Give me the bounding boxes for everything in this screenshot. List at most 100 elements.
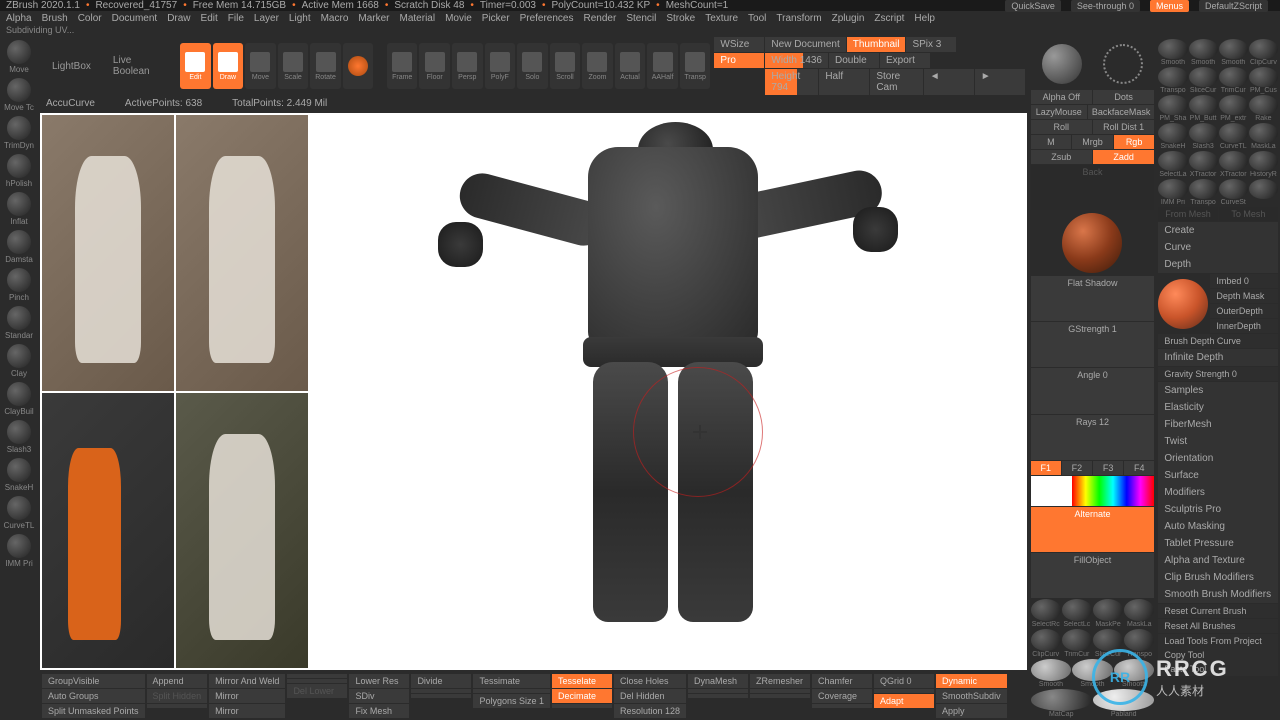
- transp-button[interactable]: Transp: [680, 43, 711, 89]
- seethrough-slider[interactable]: See-through 0: [1071, 0, 1140, 12]
- brush-move tc[interactable]: Move Tc: [0, 77, 38, 113]
- menu-movie[interactable]: Movie: [445, 13, 472, 24]
- menu-document[interactable]: Document: [112, 13, 158, 24]
- fkey-f3[interactable]: F3: [1093, 461, 1123, 475]
- bb-sdiv[interactable]: SDiv: [349, 689, 409, 703]
- brush-curvetl[interactable]: CurveTL: [0, 495, 38, 531]
- lazymouse-button[interactable]: LazyMouse: [1031, 105, 1087, 119]
- bb-lower-res[interactable]: Lower Res: [349, 674, 409, 688]
- menu-tool[interactable]: Tool: [748, 13, 766, 24]
- lightbox-button[interactable]: LightBox: [42, 61, 101, 72]
- bb-mirror-and-weld[interactable]: Mirror And Weld: [209, 674, 285, 688]
- height-slider[interactable]: Height 794: [765, 69, 818, 95]
- brush-historyr[interactable]: [1249, 151, 1278, 171]
- brush-damsta[interactable]: Damsta: [0, 229, 38, 265]
- zadd-button[interactable]: Zadd: [1093, 150, 1154, 164]
- bb-zremesher[interactable]: ZRemesher: [750, 674, 810, 688]
- menu-texture[interactable]: Texture: [705, 13, 738, 24]
- brush-smooth[interactable]: [1219, 39, 1248, 59]
- alpha-off-button[interactable]: Alpha Off: [1031, 90, 1092, 104]
- section-modifiers[interactable]: Modifiers: [1158, 484, 1278, 501]
- frame-button[interactable]: Frame: [387, 43, 418, 89]
- mrgb-button[interactable]: Mrgb: [1072, 135, 1113, 149]
- brush-hpolish[interactable]: hPolish: [0, 153, 38, 189]
- angle-slider[interactable]: Angle 0: [1031, 368, 1155, 413]
- brush-rake[interactable]: [1249, 95, 1278, 115]
- depth-curve-preview[interactable]: [1158, 279, 1208, 329]
- section-auto-masking[interactable]: Auto Masking: [1158, 518, 1278, 535]
- fillobject-button[interactable]: FillObject: [1031, 553, 1155, 598]
- orb-trimcur[interactable]: [1062, 629, 1092, 651]
- bb-auto-groups[interactable]: Auto Groups: [42, 689, 145, 703]
- bb-adapt[interactable]: Adapt: [874, 694, 934, 708]
- brush-slash3[interactable]: [1189, 123, 1218, 143]
- 3d-canvas[interactable]: [310, 113, 1027, 670]
- brush-pm_butt[interactable]: [1189, 95, 1218, 115]
- flatshadow-button[interactable]: Flat Shadow: [1031, 276, 1155, 321]
- menu-preferences[interactable]: Preferences: [520, 13, 574, 24]
- menu-stencil[interactable]: Stencil: [626, 13, 656, 24]
- m-button[interactable]: M: [1031, 135, 1072, 149]
- menu-color[interactable]: Color: [78, 13, 102, 24]
- menu-edit[interactable]: Edit: [201, 13, 218, 24]
- brush-imm pri[interactable]: [1158, 179, 1187, 199]
- brush-slash3[interactable]: Slash3: [0, 419, 38, 455]
- pro-button[interactable]: Pro: [714, 53, 764, 68]
- bb-apply[interactable]: Apply: [936, 704, 1007, 718]
- menu-layer[interactable]: Layer: [254, 13, 279, 24]
- rolldist-slider[interactable]: Roll Dist 1: [1093, 120, 1154, 134]
- tomesh-button[interactable]: To Mesh: [1219, 207, 1278, 221]
- menu-file[interactable]: File: [228, 13, 244, 24]
- liveboolean-button[interactable]: Live Boolean: [103, 55, 178, 77]
- roll-button[interactable]: Roll: [1031, 120, 1092, 134]
- section-create[interactable]: Create: [1158, 222, 1278, 239]
- brush-imm pri[interactable]: IMM Pri: [0, 533, 38, 569]
- dots-button[interactable]: Dots: [1093, 90, 1154, 104]
- brush-snakeh[interactable]: [1158, 123, 1187, 143]
- imbed-slider[interactable]: Imbed 0: [1210, 274, 1278, 288]
- innerdepth-button[interactable]: InnerDepth: [1210, 319, 1278, 333]
- brush-clay[interactable]: Clay: [0, 343, 38, 379]
- brush-smooth[interactable]: [1189, 39, 1218, 59]
- section-twist[interactable]: Twist: [1158, 433, 1278, 450]
- menu-material[interactable]: Material: [400, 13, 436, 24]
- double-button[interactable]: Double: [829, 53, 879, 68]
- quicksave-button[interactable]: QuickSave: [1005, 0, 1061, 12]
- menu-light[interactable]: Light: [289, 13, 311, 24]
- menus-toggle[interactable]: Menus: [1150, 0, 1189, 12]
- fkey-f4[interactable]: F4: [1124, 461, 1154, 475]
- brush-smooth[interactable]: [1158, 39, 1187, 59]
- bb-mirror[interactable]: Mirror: [209, 704, 285, 718]
- brush-snakeh[interactable]: SnakeH: [0, 457, 38, 493]
- storecam-button[interactable]: Store Cam: [870, 69, 922, 95]
- gstrength-slider[interactable]: GStrength 1: [1031, 322, 1155, 367]
- bb-del-lower[interactable]: Del Lower: [287, 684, 347, 698]
- persp-button[interactable]: Persp: [452, 43, 483, 89]
- menu-zplugin[interactable]: Zplugin: [832, 13, 865, 24]
- menu-render[interactable]: Render: [584, 13, 617, 24]
- brush-xtractor[interactable]: [1189, 151, 1218, 171]
- menu-alpha[interactable]: Alpha: [6, 13, 32, 24]
- fkey-f2[interactable]: F2: [1062, 461, 1092, 475]
- stroke-preview[interactable]: [1042, 44, 1082, 84]
- prev-arrow-icon[interactable]: ◄: [924, 69, 974, 95]
- polyf-button[interactable]: PolyF: [485, 43, 516, 89]
- orb-maskpe[interactable]: [1093, 599, 1123, 621]
- brush-selectla[interactable]: [1158, 151, 1187, 171]
- menu-zscript[interactable]: Zscript: [874, 13, 904, 24]
- gravity-slider[interactable]: Gravity Strength 0: [1158, 367, 1278, 381]
- bb-tessimate[interactable]: Tessimate: [473, 674, 550, 688]
- bb-close-holes[interactable]: Close Holes: [614, 674, 686, 688]
- orb-selectlc[interactable]: [1062, 599, 1092, 621]
- menu-marker[interactable]: Marker: [358, 13, 389, 24]
- reset-all-brushes-button[interactable]: Reset All Brushes: [1158, 619, 1278, 633]
- default-zscript[interactable]: DefaultZScript: [1199, 0, 1268, 12]
- fkey-f1[interactable]: F1: [1031, 461, 1061, 475]
- scroll-button[interactable]: Scroll: [550, 43, 581, 89]
- rotate-mode-button[interactable]: Rotate: [310, 43, 341, 89]
- brush-pm_extr[interactable]: [1219, 95, 1248, 115]
- outerdepth-button[interactable]: OuterDepth: [1210, 304, 1278, 318]
- bb-coverage[interactable]: Coverage: [812, 689, 872, 703]
- draw-mode-button[interactable]: Draw: [213, 43, 244, 89]
- brush-slicecur[interactable]: [1189, 67, 1218, 87]
